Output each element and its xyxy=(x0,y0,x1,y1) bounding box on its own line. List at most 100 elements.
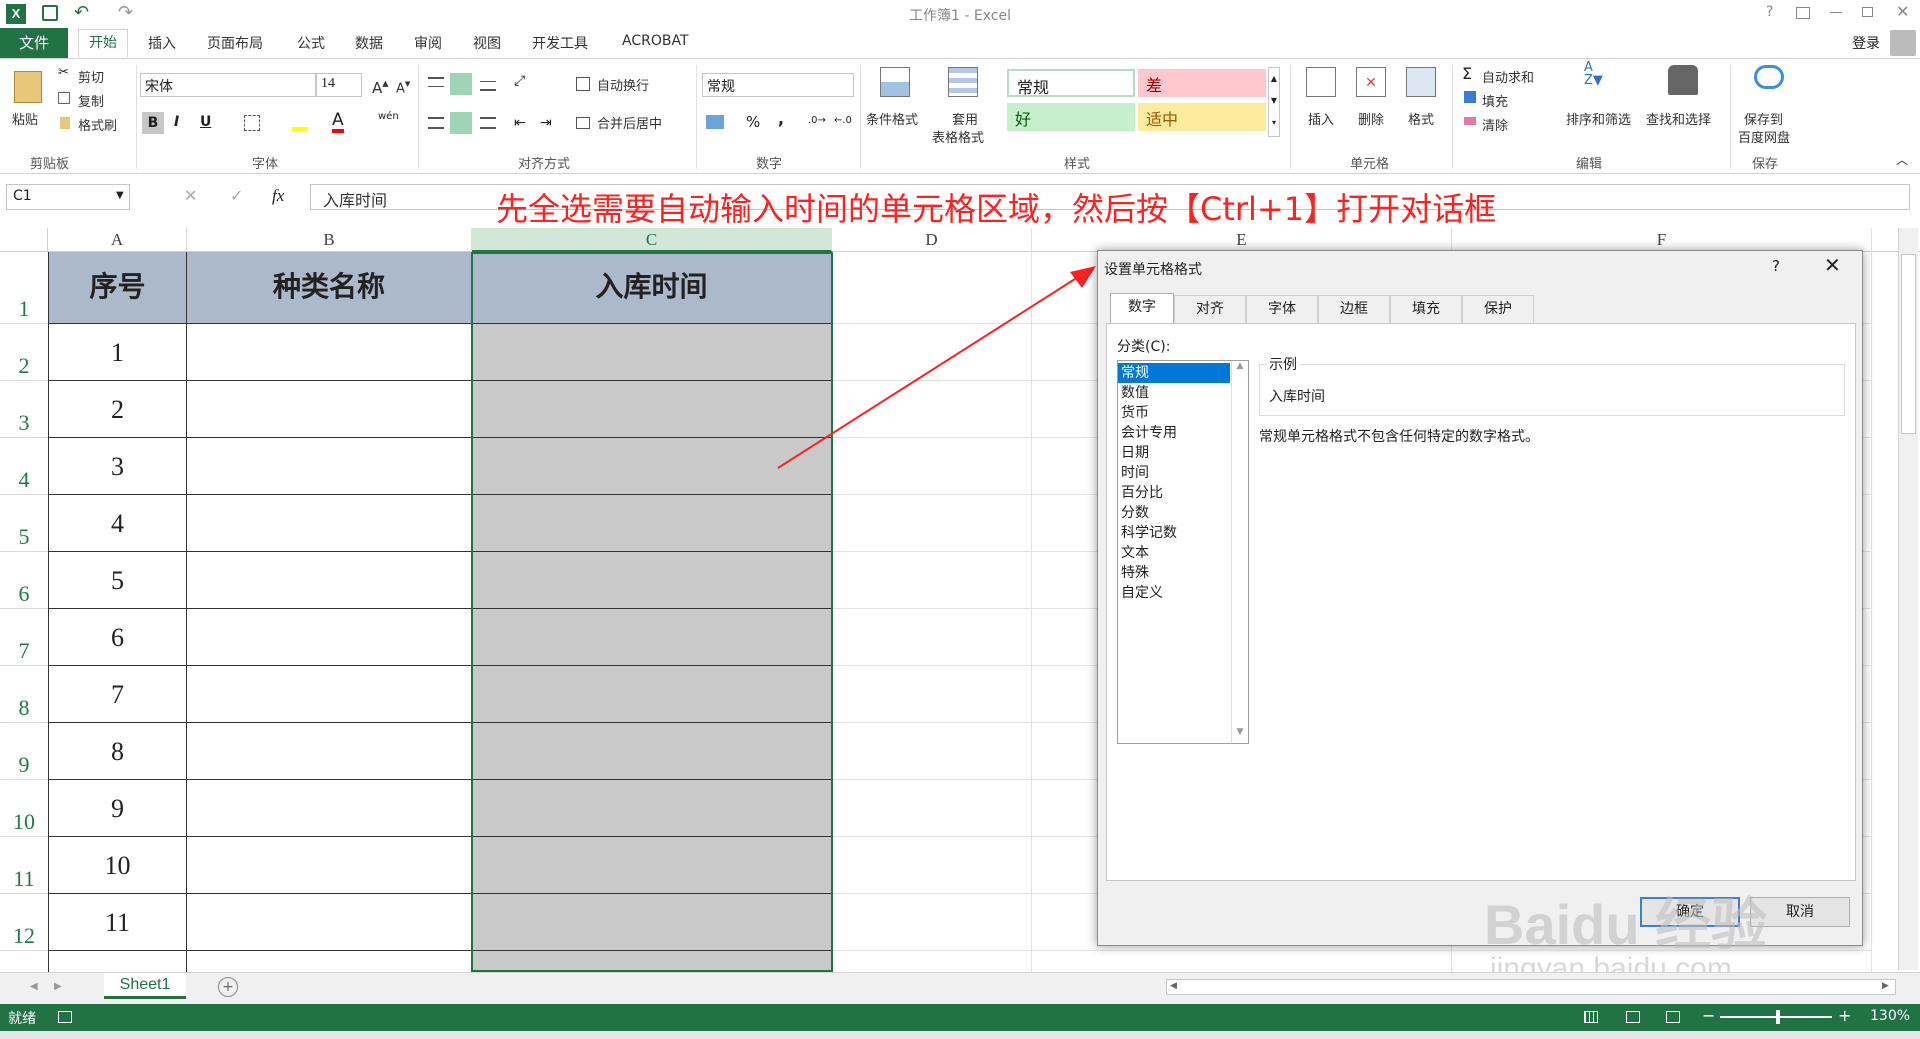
fill-button[interactable]: 填充 xyxy=(1482,91,1508,110)
page-layout-view-icon[interactable] xyxy=(1626,1011,1640,1023)
category-item[interactable]: 分数 xyxy=(1118,503,1248,523)
save-to-cloud-button-line1[interactable]: 保存到 xyxy=(1744,109,1783,128)
insert-function-button[interactable]: fx xyxy=(272,186,284,206)
style-good[interactable]: 好 xyxy=(1007,103,1135,131)
sort-filter-button[interactable]: 排序和筛选 xyxy=(1566,109,1631,128)
table-cell[interactable]: 2 xyxy=(48,381,187,438)
category-item[interactable]: 会计专用 xyxy=(1118,423,1248,443)
name-box[interactable]: C1 xyxy=(6,184,130,210)
col-header-c[interactable]: C xyxy=(472,228,832,252)
fill-color-icon[interactable] xyxy=(292,115,308,131)
table-cell[interactable]: 8 xyxy=(48,723,187,780)
tab-developer[interactable]: 开发工具 xyxy=(532,33,588,53)
italic-button[interactable]: I xyxy=(174,114,179,130)
phonetic-icon[interactable]: wén xyxy=(378,111,399,122)
cut-button[interactable]: 剪切 xyxy=(78,67,104,86)
table-header-cell[interactable]: 种类名称 xyxy=(187,252,472,324)
dialog-tab-font[interactable]: 字体 xyxy=(1246,295,1318,323)
horizontal-scrollbar[interactable] xyxy=(1166,979,1896,995)
delete-cells-button[interactable]: 删除 xyxy=(1358,109,1384,128)
format-painter-button[interactable]: 格式刷 xyxy=(78,115,117,134)
insert-cells-button[interactable]: 插入 xyxy=(1308,109,1334,128)
table-cell[interactable]: 5 xyxy=(48,552,187,609)
col-header-f[interactable]: F xyxy=(1452,228,1872,252)
font-color-icon[interactable]: A xyxy=(332,111,344,133)
page-break-view-icon[interactable] xyxy=(1666,1011,1680,1023)
table-cell[interactable] xyxy=(187,381,472,438)
table-cell[interactable] xyxy=(472,780,832,837)
increase-decimal-icon[interactable]: .0→ xyxy=(808,115,826,126)
row-header[interactable]: 4 xyxy=(0,438,48,495)
comma-button[interactable]: , xyxy=(778,109,784,128)
tab-acrobat[interactable]: ACROBAT xyxy=(622,33,689,49)
cancel-entry-icon[interactable]: ✕ xyxy=(184,186,197,205)
autosum-button[interactable]: 自动求和 xyxy=(1482,67,1534,86)
table-cell[interactable] xyxy=(187,666,472,723)
macro-record-icon[interactable] xyxy=(58,1011,72,1023)
dialog-tab-border[interactable]: 边框 xyxy=(1318,295,1390,323)
find-select-button[interactable]: 查找和选择 xyxy=(1646,109,1711,128)
table-cell[interactable] xyxy=(187,438,472,495)
row-header[interactable]: 12 xyxy=(0,894,48,951)
prev-sheet-icon[interactable]: ◀ xyxy=(30,981,38,992)
tab-file[interactable]: 文件 xyxy=(0,28,68,58)
paste-button[interactable]: 粘贴 xyxy=(12,109,38,128)
category-item[interactable]: 自定义 xyxy=(1118,583,1248,603)
category-item[interactable]: 文本 xyxy=(1118,543,1248,563)
cell[interactable] xyxy=(832,780,1032,837)
align-center-icon[interactable] xyxy=(450,112,472,134)
col-header-b[interactable]: B xyxy=(187,228,472,252)
cell[interactable] xyxy=(832,723,1032,780)
table-cell[interactable] xyxy=(472,666,832,723)
category-item[interactable]: 科学记数 xyxy=(1118,523,1248,543)
font-name-select[interactable]: 宋体 xyxy=(140,73,316,97)
scroll-left-icon[interactable]: ◀ xyxy=(1170,981,1177,991)
cell[interactable] xyxy=(832,666,1032,723)
normal-view-icon[interactable] xyxy=(1584,1011,1598,1023)
add-sheet-icon[interactable]: + xyxy=(218,977,238,997)
login-link[interactable]: 登录 xyxy=(1852,33,1880,53)
user-avatar-icon[interactable] xyxy=(1890,30,1916,56)
orientation-icon[interactable]: ⤢ xyxy=(514,73,525,89)
dialog-close-icon[interactable]: ✕ xyxy=(1824,253,1841,277)
decrease-indent-icon[interactable]: ⇤ xyxy=(514,115,526,131)
style-bad[interactable]: 差 xyxy=(1138,69,1266,97)
styles-scroll[interactable]: ▲ ▼ ▾ xyxy=(1268,67,1280,137)
col-header-a[interactable]: A xyxy=(48,228,187,252)
table-cell[interactable] xyxy=(187,837,472,894)
row-header[interactable]: 9 xyxy=(0,723,48,780)
table-header-cell[interactable]: 序号 xyxy=(48,252,187,324)
table-cell[interactable] xyxy=(187,894,472,951)
tab-formulas[interactable]: 公式 xyxy=(297,33,325,53)
row-header[interactable]: 5 xyxy=(0,495,48,552)
table-cell[interactable] xyxy=(187,609,472,666)
next-sheet-icon[interactable]: ▶ xyxy=(54,981,62,992)
row-header[interactable]: 6 xyxy=(0,552,48,609)
cell[interactable] xyxy=(832,552,1032,609)
save-to-cloud-button-line2[interactable]: 百度网盘 xyxy=(1738,127,1790,146)
table-cell[interactable]: 4 xyxy=(48,495,187,552)
vertical-scrollbar[interactable] xyxy=(1898,228,1918,970)
table-cell[interactable]: 11 xyxy=(48,894,187,951)
underline-button[interactable]: U xyxy=(200,114,211,130)
decrease-decimal-icon[interactable]: ←.0 xyxy=(834,115,852,126)
table-cell[interactable]: 3 xyxy=(48,438,187,495)
tab-page-layout[interactable]: 页面布局 xyxy=(207,33,263,53)
dialog-help-button[interactable]: ? xyxy=(1772,257,1780,275)
cell[interactable] xyxy=(832,894,1032,951)
table-cell[interactable] xyxy=(187,552,472,609)
dialog-tab-fill[interactable]: 填充 xyxy=(1390,295,1462,323)
row-header[interactable]: 10 xyxy=(0,780,48,837)
table-cell[interactable]: 10 xyxy=(48,837,187,894)
category-item[interactable]: 数值 xyxy=(1118,383,1248,403)
table-cell[interactable] xyxy=(472,723,832,780)
shrink-font-icon[interactable]: A▾ xyxy=(396,77,410,96)
increase-indent-icon[interactable]: ⇥ xyxy=(540,115,552,131)
align-left-icon[interactable] xyxy=(428,117,444,129)
category-item[interactable]: 日期 xyxy=(1118,443,1248,463)
category-item[interactable]: 特殊 xyxy=(1118,563,1248,583)
clear-button[interactable]: 清除 xyxy=(1482,115,1508,134)
scroll-right-icon[interactable]: ▶ xyxy=(1882,981,1889,991)
col-header-d[interactable]: D xyxy=(832,228,1032,252)
help-icon[interactable]: ? xyxy=(1766,4,1773,20)
